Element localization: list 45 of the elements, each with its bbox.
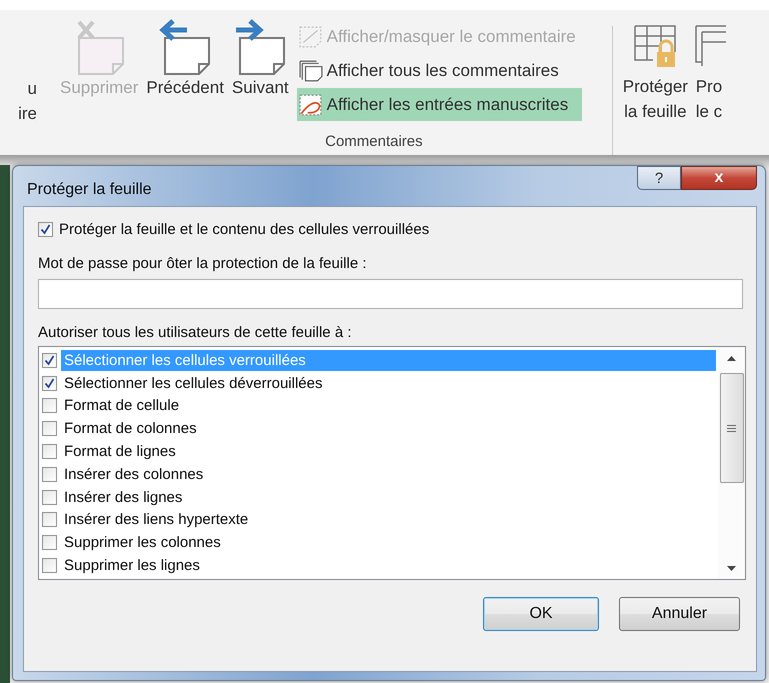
scroll-down-icon[interactable] [727,566,736,570]
cancel-button[interactable]: Annuler [619,597,740,631]
list-item[interactable]: Supprimer les colonnes [61,532,716,554]
ink-button[interactable]: Afficher les entrées manuscrites [296,88,582,121]
ribbon-button-label[interactable]: u [28,76,36,101]
list-item[interactable]: Format de lignes [61,441,716,462]
comments-icon [298,60,323,82]
password-label: Mot de passe pour ôter la protection de la feuille : [38,255,368,272]
list-item[interactable]: Format de colonnes [61,418,716,440]
next-comment-button[interactable]: Suivant [228,10,293,121]
scroll-up-icon[interactable] [727,356,736,360]
checkbox[interactable] [42,352,57,368]
checkbox-label: Protéger la feuille et le contenu des cellules verrouillées [59,221,430,238]
list-item[interactable]: Insérer des lignes [61,486,716,508]
ink-icon [298,94,323,116]
checkbox[interactable] [42,466,57,482]
previous-comment-button[interactable]: Précédent [142,10,228,121]
scrollbar[interactable] [718,347,745,579]
list-item[interactable]: Supprimer les lignes [61,555,716,576]
group-label: Commentaires [325,133,423,150]
close-button[interactable]: x [681,166,757,190]
list-item[interactable]: Insérer des colonnes [61,464,716,485]
list-item[interactable]: Format de cellule [61,395,716,416]
list-item[interactable]: Sélectionner les cellules déverrouillées [61,372,716,394]
ok-button[interactable]: OK [483,597,599,631]
help-button[interactable]: ? [637,166,681,190]
password-field[interactable] [38,279,743,309]
list-item[interactable]: Insérer des liens hypertexte [61,509,716,530]
checkbox[interactable] [42,398,57,414]
dialog-title: Protéger la feuille [26,180,153,199]
checkbox[interactable] [38,222,53,237]
checkbox[interactable] [42,444,57,460]
checkbox[interactable] [42,512,57,528]
protect-sheet-button[interactable]: Protéger la feuille [620,10,690,124]
checkbox[interactable] [42,376,57,391]
grip-icon[interactable] [727,424,736,432]
ribbon-button-label[interactable]: ire [18,101,36,126]
comment-icon [298,26,323,48]
checkbox[interactable] [42,421,57,436]
checkbox[interactable] [42,558,57,574]
show-all-button[interactable]: Afficher tous les commentaires [296,54,582,87]
protect-workbook-button[interactable]: Pro le c [690,10,728,124]
checkbox[interactable] [42,490,57,505]
list-label: Autoriser tous les utilisateurs de cette feuille à : [38,324,352,341]
checkbox[interactable] [42,535,57,550]
